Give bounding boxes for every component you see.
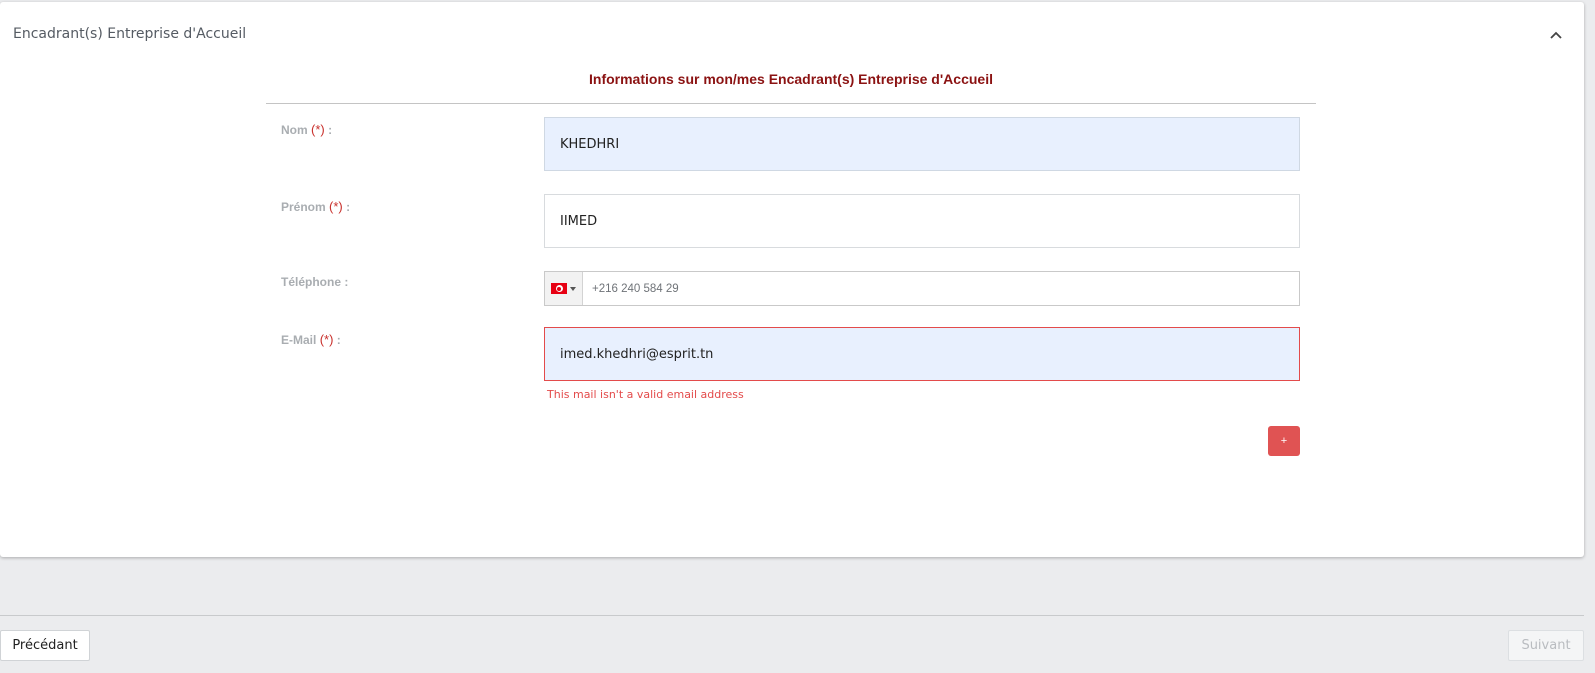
chevron-up-icon	[1550, 31, 1562, 39]
email-error-message: This mail isn't a valid email address	[547, 388, 744, 401]
tunisia-flag-icon	[551, 283, 567, 294]
prenom-input[interactable]	[544, 194, 1300, 248]
country-code-dropdown[interactable]	[545, 272, 583, 305]
title-divider	[266, 103, 1316, 104]
label-colon: :	[328, 123, 333, 137]
previous-button[interactable]: Précédant	[0, 630, 90, 661]
required-marker: (*)	[311, 122, 325, 137]
section-title[interactable]: Encadrant(s) Entreprise d'Accueil	[13, 26, 246, 42]
label-colon: :	[336, 333, 341, 347]
required-marker: (*)	[329, 199, 343, 214]
add-supervisor-button[interactable]: +	[1268, 426, 1300, 456]
nom-label-text: Nom	[281, 123, 308, 137]
phone-field	[544, 271, 1300, 306]
prenom-label: Prénom (*) :	[281, 199, 350, 214]
next-button[interactable]: Suivant	[1508, 630, 1584, 661]
label-colon: :	[346, 200, 351, 214]
nom-input[interactable]	[544, 117, 1300, 171]
required-marker: (*)	[319, 332, 334, 347]
supervisor-panel: Encadrant(s) Entreprise d'Accueil Inform…	[0, 2, 1584, 557]
form-title: Informations sur mon/mes Encadrant(s) En…	[589, 71, 993, 87]
email-label-text: E-Mail	[281, 333, 317, 347]
email-label: E-Mail (*) :	[281, 332, 341, 347]
caret-down-icon	[570, 286, 576, 291]
email-input[interactable]	[544, 327, 1300, 381]
phone-input[interactable]	[583, 272, 1299, 305]
prenom-label-text: Prénom	[281, 200, 326, 214]
footer-divider	[0, 615, 1584, 616]
nom-label: Nom (*) :	[281, 122, 332, 137]
telephone-label: Téléphone :	[281, 275, 349, 289]
collapse-button[interactable]	[1545, 24, 1567, 46]
